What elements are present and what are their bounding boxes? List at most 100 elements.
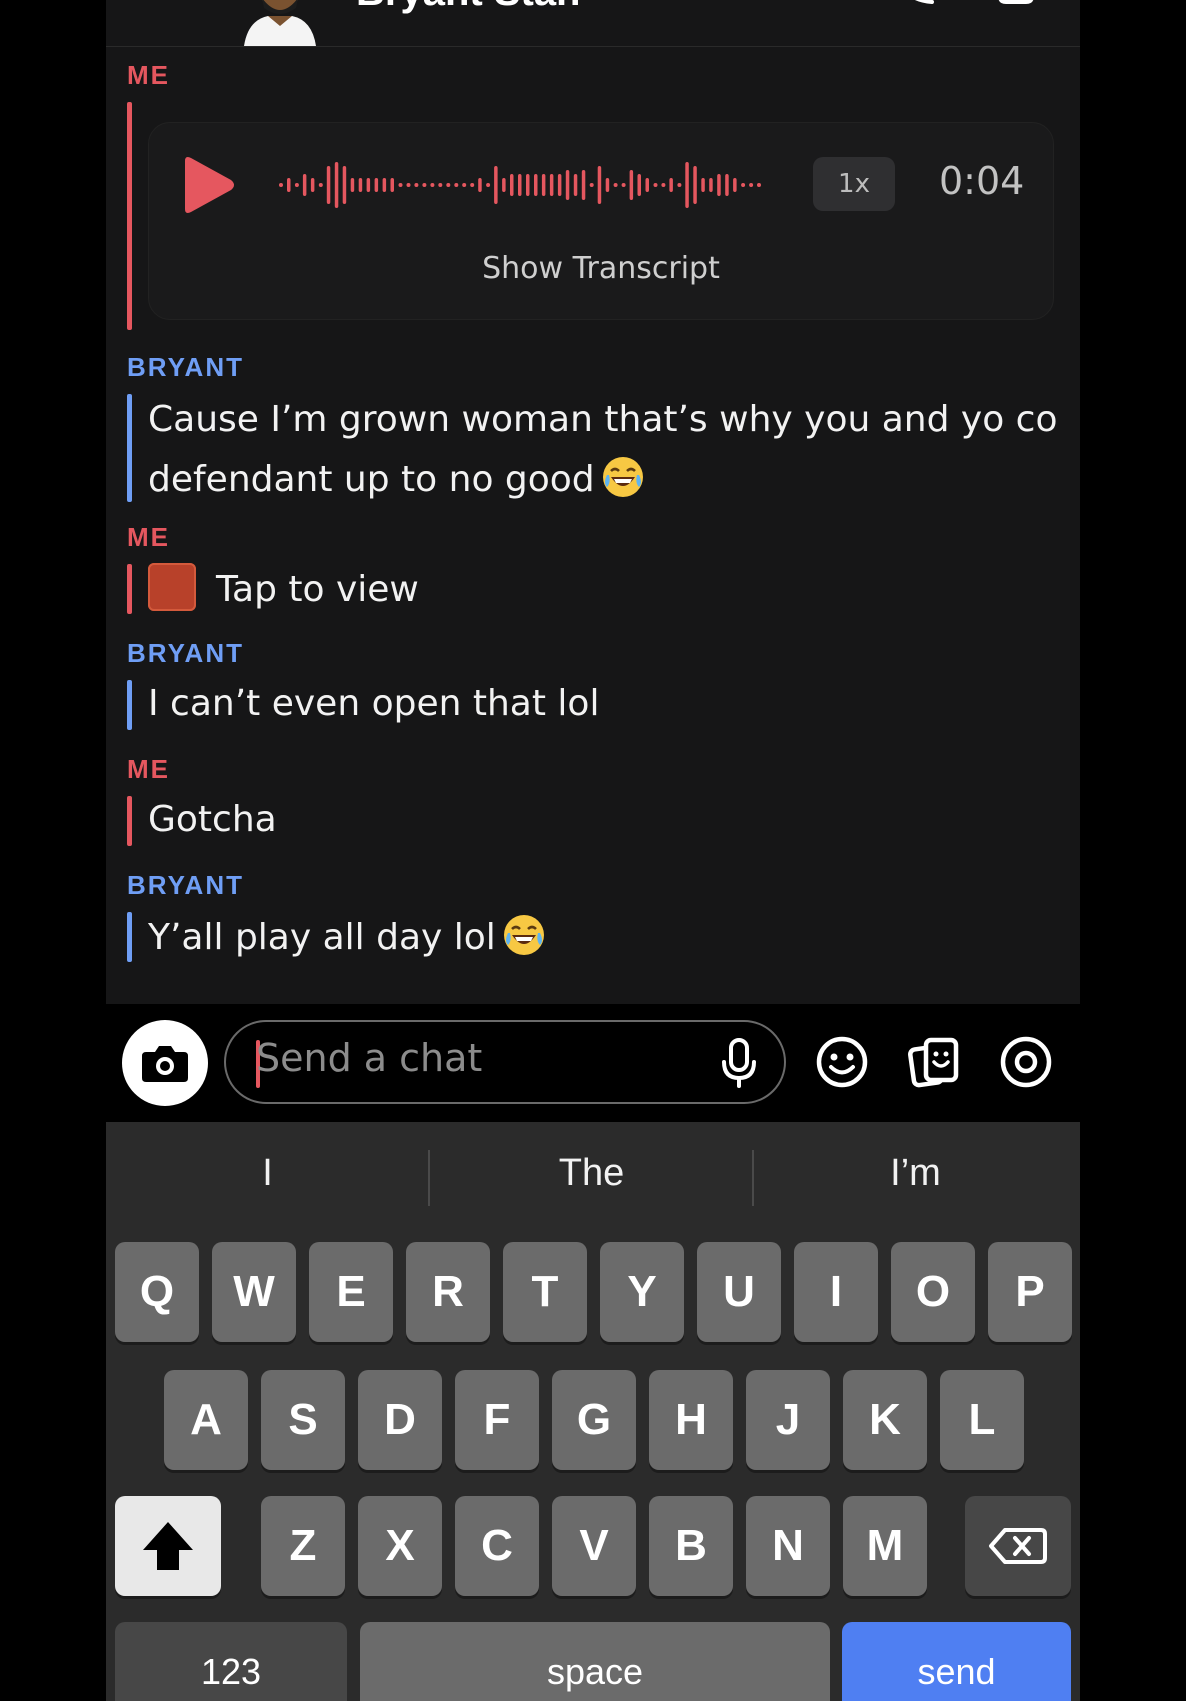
waveform-bar	[629, 170, 634, 200]
waveform-bar	[279, 183, 283, 187]
waveform-bar	[669, 178, 673, 192]
waveform-bar	[350, 178, 355, 192]
waveform-bar	[709, 178, 713, 192]
waveform-bar	[310, 178, 315, 192]
waveform-bar	[494, 166, 498, 204]
key-j[interactable]: J	[746, 1370, 830, 1470]
key-v[interactable]: V	[552, 1496, 636, 1596]
waveform-bar	[621, 183, 626, 187]
smiley-icon[interactable]	[812, 1032, 872, 1092]
message-line: Cause I’m grown woman that’s why you and…	[148, 399, 1058, 440]
key-m[interactable]: M	[843, 1496, 927, 1596]
avatar[interactable]	[234, 0, 326, 46]
message-line: Y’all play all day lol	[148, 917, 496, 958]
chat-input[interactable]: Send a chat	[224, 1020, 786, 1104]
waveform-bar	[366, 178, 371, 192]
suggestion-1[interactable]: I	[106, 1152, 429, 1195]
key-y[interactable]: Y	[600, 1242, 684, 1342]
laughing-emoji-icon	[503, 915, 544, 955]
key-o[interactable]: O	[891, 1242, 975, 1342]
waveform-bar	[757, 183, 761, 187]
sender-bar	[127, 564, 132, 614]
waveform-bar	[406, 183, 411, 187]
camera-button[interactable]	[122, 1020, 208, 1106]
waveform-bar	[637, 174, 641, 196]
send-key[interactable]: send	[842, 1622, 1071, 1701]
key-x[interactable]: X	[358, 1496, 442, 1596]
suggestion-3[interactable]: I’m	[754, 1152, 1077, 1195]
stickers-icon[interactable]	[904, 1032, 964, 1092]
key-a[interactable]: A	[164, 1370, 248, 1470]
message-text[interactable]: Gotcha	[148, 790, 277, 850]
waveform-bar	[446, 183, 451, 187]
chat-input-placeholder: Send a chat	[256, 1036, 483, 1080]
waveform-bar	[478, 178, 482, 192]
waveform-bar	[470, 183, 475, 187]
message-text[interactable]: Y’all play all day lol	[148, 908, 546, 968]
contact-name[interactable]: Bryant Stan	[356, 0, 581, 15]
call-icon[interactable]	[896, 0, 936, 8]
key-e[interactable]: E	[309, 1242, 393, 1342]
sender-bar	[127, 796, 132, 846]
show-transcript-button[interactable]: Show Transcript	[149, 251, 1053, 286]
waveform-bar	[454, 183, 459, 187]
shift-arrow-icon	[143, 1522, 193, 1570]
numbers-key[interactable]: 123	[115, 1622, 347, 1701]
waveform-bar	[502, 178, 506, 192]
space-key[interactable]: space	[360, 1622, 830, 1701]
suggestion-2[interactable]: The	[430, 1152, 753, 1195]
key-l[interactable]: L	[940, 1370, 1024, 1470]
waveform-bar	[677, 183, 682, 187]
key-k[interactable]: K	[843, 1370, 927, 1470]
key-z[interactable]: Z	[261, 1496, 345, 1596]
camera-icon	[142, 1046, 188, 1082]
key-c[interactable]: C	[455, 1496, 539, 1596]
key-h[interactable]: H	[649, 1370, 733, 1470]
key-r[interactable]: R	[406, 1242, 490, 1342]
waveform-bar	[653, 183, 658, 187]
play-icon[interactable]	[177, 153, 237, 217]
waveform-bar	[390, 178, 394, 192]
key-n[interactable]: N	[746, 1496, 830, 1596]
waveform-bar	[549, 174, 554, 196]
waveform-bar	[605, 178, 610, 192]
keyboard: I The I’m Q W E R T Y U I O P A S D F G …	[106, 1122, 1080, 1701]
waveform-bar	[518, 174, 522, 196]
key-d[interactable]: D	[358, 1370, 442, 1470]
sender-label: BRYANT	[127, 870, 244, 900]
key-i[interactable]: I	[794, 1242, 878, 1342]
key-b[interactable]: B	[649, 1496, 733, 1596]
key-g[interactable]: G	[552, 1370, 636, 1470]
waveform-bar	[685, 162, 689, 208]
playback-speed-button[interactable]: 1x	[813, 157, 895, 211]
backspace-icon	[989, 1528, 1047, 1564]
snap-message[interactable]: Tap to view	[148, 560, 419, 620]
key-u[interactable]: U	[697, 1242, 781, 1342]
sender-label: ME	[127, 522, 170, 552]
waveform-bar	[749, 183, 754, 187]
waveform[interactable]	[279, 153, 765, 217]
back-chevron-icon[interactable]	[148, 0, 178, 12]
waveform-bar	[733, 178, 737, 192]
key-f[interactable]: F	[455, 1370, 539, 1470]
video-call-icon[interactable]	[996, 0, 1036, 8]
key-q[interactable]: Q	[115, 1242, 199, 1342]
message-text[interactable]: I can’t even open that lol	[148, 674, 599, 734]
microphone-icon[interactable]	[716, 1036, 762, 1090]
key-p[interactable]: P	[988, 1242, 1072, 1342]
waveform-bar	[613, 183, 618, 187]
location-icon[interactable]	[996, 1032, 1056, 1092]
delete-key[interactable]	[965, 1496, 1071, 1596]
key-t[interactable]: T	[503, 1242, 587, 1342]
message-line: defendant up to no good	[148, 459, 595, 500]
voice-note[interactable]: 1x 0:04 Show Transcript	[148, 122, 1054, 320]
waveform-bar	[717, 174, 721, 196]
waveform-bar	[358, 178, 363, 192]
key-w[interactable]: W	[212, 1242, 296, 1342]
waveform-bar	[398, 183, 403, 187]
sender-label: BRYANT	[127, 638, 244, 668]
key-s[interactable]: S	[261, 1370, 345, 1470]
shift-key[interactable]	[115, 1496, 221, 1596]
sender-bar	[127, 102, 132, 330]
message-text[interactable]: Cause I’m grown woman that’s why you and…	[148, 390, 1058, 510]
